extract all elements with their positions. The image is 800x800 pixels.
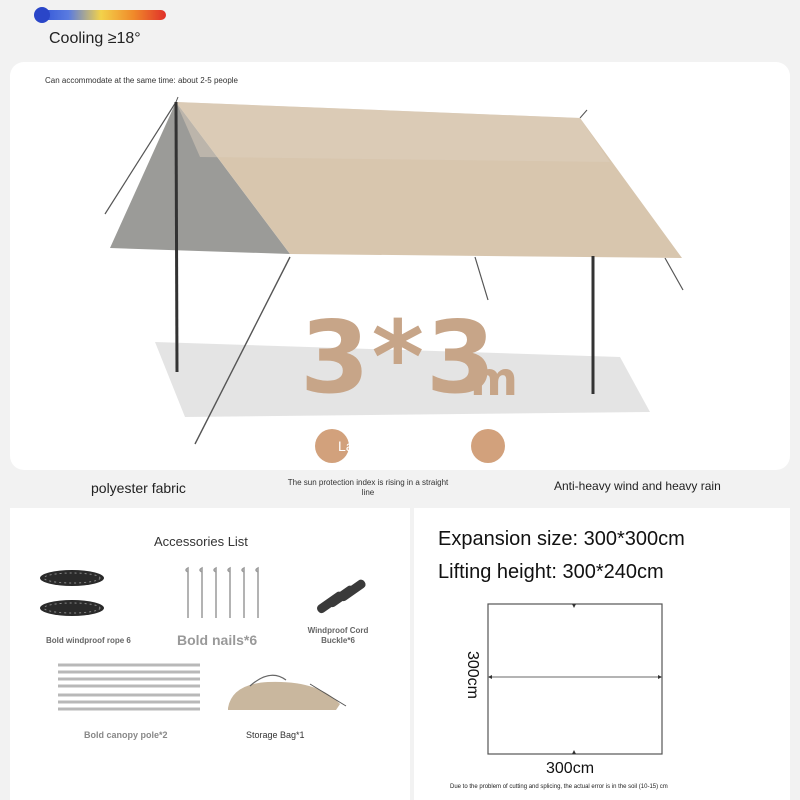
- nails-label: Bold nails*6: [177, 632, 258, 648]
- temperature-indicator-dot: [34, 7, 50, 23]
- pole-label: Bold canopy pole*2: [84, 730, 168, 740]
- feature-sun-protection-label: The sun protection index is rising in a …: [287, 478, 449, 497]
- buckle-label: Windproof Cord Buckle*6: [307, 626, 369, 645]
- rope-icon: [40, 570, 104, 616]
- temperature-label: Cooling ≥18°: [49, 30, 141, 47]
- size-unit: m: [470, 352, 518, 406]
- expansion-size-text: Expansion size: 300*300cm: [438, 528, 685, 550]
- feature-fabric-label: polyester fabric: [91, 480, 186, 496]
- error-note: Due to the problem of cutting and splici…: [450, 784, 668, 790]
- accessories-title: Accessories List: [154, 534, 248, 549]
- size-heading: 3*3: [300, 299, 498, 416]
- lifting-height-text: Lifting height: 300*240cm: [438, 561, 664, 583]
- temperature-gradient-bar: [36, 10, 166, 20]
- badge-circle-right: [471, 429, 505, 463]
- tent-pole-left: [174, 101, 179, 373]
- dimension-horizontal-label: 300cm: [546, 760, 595, 777]
- badge-text: La e: [338, 438, 366, 454]
- canopy-outline: [487, 603, 663, 755]
- feature-wind-rain-label: Anti-heavy wind and heavy rain: [554, 479, 721, 493]
- bag-label: Storage Bag*1: [246, 730, 305, 740]
- buckle-icon: [316, 579, 366, 614]
- rope-label: Bold windproof rope 6: [46, 636, 131, 645]
- accessories-illustrations: [40, 566, 366, 711]
- capacity-text: Can accommodate at the same time: about …: [45, 76, 238, 85]
- dimension-vertical-label: 300cm: [464, 650, 481, 700]
- pole-icon: [58, 663, 200, 711]
- bag-icon: [228, 674, 347, 710]
- nail-icon: [185, 566, 259, 618]
